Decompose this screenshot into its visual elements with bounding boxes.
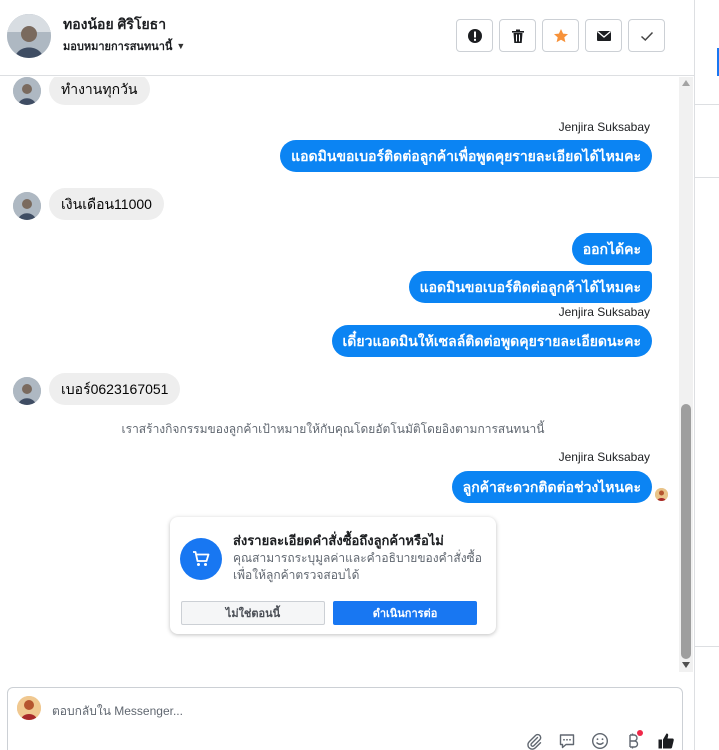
reply-input[interactable]: ตอบกลับใน Messenger... [52, 702, 183, 721]
contact-photo-icon [7, 14, 51, 58]
mark-unread-button[interactable] [585, 19, 622, 52]
incoming-message: ทำงานทุกวัน [49, 77, 150, 105]
incoming-message: เบอร์0623167051 [49, 373, 181, 405]
check-icon [640, 31, 653, 41]
not-now-button[interactable]: ไม่ใช่ตอนนี้ [181, 601, 325, 625]
sender-name: Jenjira Suksabay [558, 450, 650, 464]
assign-conversation-dropdown[interactable]: มอบหมายการสนทนานี้ ▼ [63, 37, 185, 55]
outgoing-message: ออกได้คะ [571, 233, 652, 265]
card-description: คุณสามารถระบุมูลค่าและคำอธิบายของคำสั่งซ… [233, 551, 482, 582]
alert-icon [467, 28, 482, 43]
star-button[interactable] [542, 19, 579, 52]
envelope-icon [596, 30, 611, 41]
outgoing-message: ลูกค้าสะดวกติดต่อช่วงไหนคะ [451, 471, 652, 503]
incoming-message: เงินเดือน11000 [49, 188, 164, 220]
scroll-down-arrow-icon[interactable] [682, 662, 690, 668]
notification-dot [637, 730, 643, 736]
star-icon [553, 28, 568, 42]
sender-name: Jenjira Suksabay [558, 305, 650, 319]
header-actions [456, 19, 665, 52]
scrollbar-thumb[interactable] [681, 404, 691, 659]
right-panel-edge [694, 0, 719, 750]
contact-name[interactable]: ทองน้อย ศิริโยธา [63, 14, 166, 36]
continue-button[interactable]: ดำเนินการต่อ [333, 601, 477, 625]
page-avatar-icon [17, 696, 41, 720]
contact-photo-icon [13, 377, 41, 405]
saved-replies-button[interactable] [556, 730, 578, 750]
emoji-button[interactable] [589, 730, 611, 750]
thumbs-up-icon [658, 733, 674, 749]
contact-avatar[interactable] [7, 14, 51, 58]
contact-avatar-small [13, 377, 41, 405]
composer-tools [523, 730, 677, 750]
contact-avatar-small [13, 192, 41, 220]
caret-down-icon: ▼ [176, 41, 186, 51]
seen-avatar [655, 488, 668, 501]
send-order-details-card: ส่งรายละเอียดคำสั่งซื้อถึงลูกค้าหรือไม่ … [170, 517, 496, 634]
outgoing-message: แอดมินขอเบอร์ติดต่อลูกค้าได้ไหมคะ [408, 271, 652, 303]
system-notice: เราสร้างกิจกรรมของลูกค้าเป้าหมายให้กับคุ… [121, 422, 545, 436]
divider [695, 177, 719, 178]
seen-avatar-icon [655, 488, 668, 501]
divider [695, 646, 719, 647]
card-title: ส่งรายละเอียดคำสั่งซื้อถึงลูกค้าหรือไม่ [233, 533, 444, 548]
scroll-up-arrow-icon[interactable] [682, 80, 690, 86]
cart-icon [180, 538, 222, 580]
reply-composer: ตอบกลับใน Messenger... [7, 687, 683, 750]
sender-name: Jenjira Suksabay [558, 120, 650, 134]
trash-icon [511, 29, 524, 43]
contact-photo-icon [13, 77, 41, 105]
chat-bubble-icon [559, 734, 575, 749]
delete-button[interactable] [499, 19, 536, 52]
like-button[interactable] [655, 730, 677, 750]
outgoing-message: แอดมินขอเบอร์ติดต่อลูกค้าเพื่อพูดคุยรายล… [280, 140, 652, 172]
payment-button[interactable] [622, 730, 644, 750]
outgoing-message: เดี๋ยวแอดมินให้เซลล์ติดต่อพูดคุยรายละเอี… [331, 325, 652, 357]
contact-avatar-small [13, 77, 41, 105]
contact-photo-icon [13, 192, 41, 220]
mark-spam-button[interactable] [456, 19, 493, 52]
attach-button[interactable] [523, 730, 545, 750]
message-thread: ทำงานทุกวัน Jenjira Suksabay แอดมินขอเบอ… [0, 77, 678, 677]
paperclip-icon [527, 733, 542, 750]
conversation-header: ทองน้อย ศิริโยธา มอบหมายการสนทนานี้ ▼ [0, 0, 694, 76]
page-avatar [17, 696, 41, 720]
assign-label: มอบหมายการสนทนานี้ [63, 41, 173, 53]
divider [695, 104, 719, 105]
mark-done-button[interactable] [628, 19, 665, 52]
smiley-icon [591, 732, 609, 750]
